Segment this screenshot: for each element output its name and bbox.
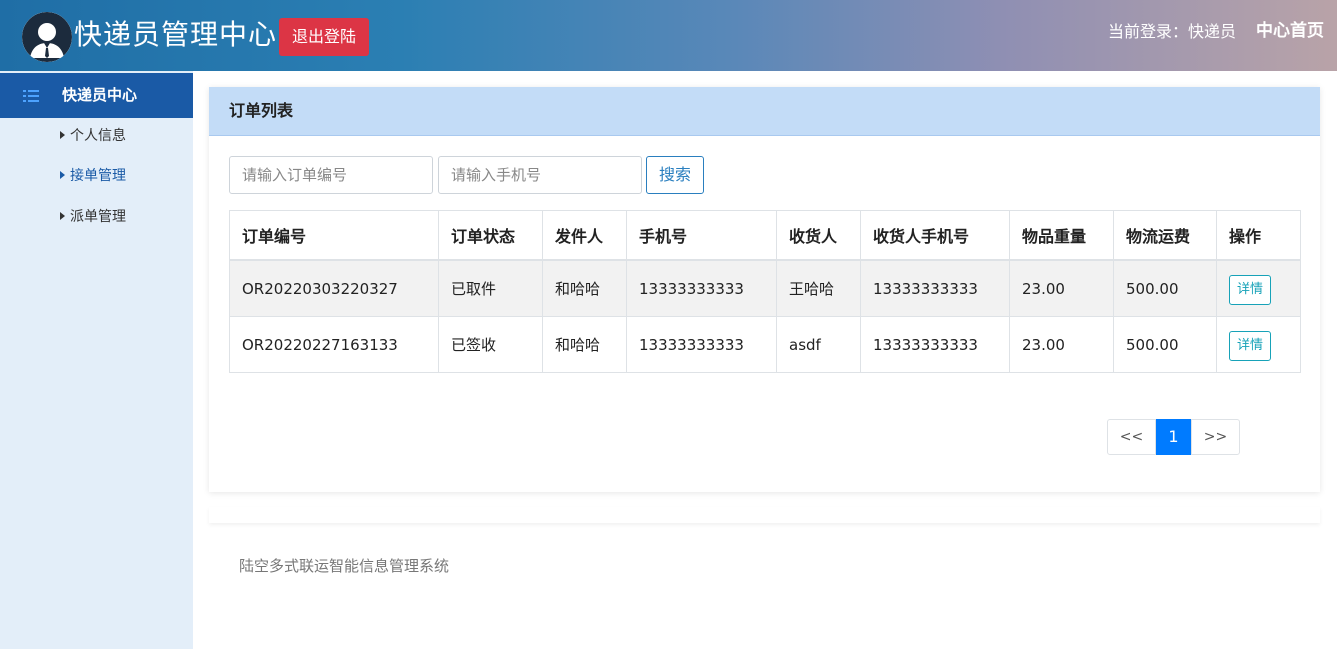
column-header: 收货人手机号 (860, 210, 1010, 261)
cell-phone: 13333333333 (626, 259, 777, 317)
cell-receiver-phone: 13333333333 (860, 316, 1010, 373)
cell-status: 已签收 (438, 316, 543, 373)
cell-phone: 13333333333 (626, 316, 777, 373)
orders-table: 订单编号 订单状态 发件人 手机号 收货人 收货人手机号 物品重量 物流运费 操… (229, 210, 1301, 373)
cell-fee: 500.00 (1113, 316, 1217, 373)
detail-button[interactable]: 详情 (1229, 331, 1272, 361)
sidebar-item-label: 派单管理 (70, 209, 126, 225)
order-number-search-input[interactable] (229, 156, 433, 194)
sidebar-item-order-accept[interactable]: 接单管理 (60, 166, 126, 186)
pagination: << 1 >> (1107, 419, 1240, 455)
column-header: 手机号 (626, 210, 777, 261)
column-header: 收货人 (776, 210, 861, 261)
sidebar-item-profile[interactable]: 个人信息 (60, 126, 126, 146)
secondary-card (209, 507, 1320, 523)
order-list-card: 订单列表 搜索 订单编号 订单状态 发件人 手机号 收货人 收货人手机号 物品重… (209, 87, 1320, 492)
cell-weight: 23.00 (1009, 259, 1114, 317)
column-header: 订单状态 (438, 210, 543, 261)
card-header: 订单列表 (209, 87, 1320, 136)
cell-receiver: 王哈哈 (776, 259, 861, 317)
current-login-info: 当前登录：快递员 (1108, 22, 1237, 41)
detail-button[interactable]: 详情 (1229, 275, 1272, 305)
cell-action: 详情 (1216, 316, 1301, 373)
column-header: 操作 (1216, 210, 1301, 261)
table-header-row: 订单编号 订单状态 发件人 手机号 收货人 收货人手机号 物品重量 物流运费 操… (229, 210, 1301, 261)
caret-right-icon (60, 212, 65, 220)
list-icon (23, 90, 39, 102)
prev-page-button[interactable]: << (1107, 419, 1156, 455)
sidebar-section-courier-center[interactable]: 快递员中心 (0, 73, 193, 118)
sidebar-item-label: 个人信息 (70, 128, 126, 144)
footer-system-name: 陆空多式联运智能信息管理系统 (239, 557, 450, 575)
table-row: OR20220227163133 已签收 和哈哈 13333333333 asd… (229, 316, 1301, 373)
cell-sender: 和哈哈 (542, 316, 627, 373)
column-header: 订单编号 (229, 210, 439, 261)
top-header: 快递员管理中心 退出登陆 当前登录：快递员 中心首页 (0, 0, 1337, 71)
cell-receiver-phone: 13333333333 (860, 259, 1010, 317)
column-header: 物流运费 (1113, 210, 1217, 261)
user-avatar-icon (22, 12, 72, 62)
cell-weight: 23.00 (1009, 316, 1114, 373)
caret-right-icon (60, 131, 65, 139)
cell-order-number: OR20220227163133 (229, 316, 439, 373)
table-row: OR20220303220327 已取件 和哈哈 13333333333 王哈哈… (229, 259, 1301, 317)
cell-fee: 500.00 (1113, 259, 1217, 317)
cell-sender: 和哈哈 (542, 259, 627, 317)
logout-button[interactable]: 退出登陆 (279, 18, 369, 56)
column-header: 物品重量 (1009, 210, 1114, 261)
home-link[interactable]: 中心首页 (1256, 19, 1324, 43)
next-page-button[interactable]: >> (1191, 419, 1240, 455)
caret-right-icon (60, 171, 65, 179)
phone-search-input[interactable] (438, 156, 642, 194)
cell-order-number: OR20220303220327 (229, 259, 439, 317)
card-title: 订单列表 (229, 101, 294, 120)
app-title: 快递员管理中心 (74, 18, 278, 51)
column-header: 发件人 (542, 210, 627, 261)
sidebar-item-label: 接单管理 (70, 168, 126, 184)
cell-action: 详情 (1216, 259, 1301, 317)
search-button[interactable]: 搜索 (646, 156, 704, 194)
sidebar: 快递员中心 个人信息 接单管理 派单管理 (0, 71, 193, 649)
cell-receiver: asdf (776, 316, 861, 373)
current-page-button[interactable]: 1 (1156, 419, 1191, 455)
cell-status: 已取件 (438, 259, 543, 317)
sidebar-section-label: 快递员中心 (62, 86, 138, 104)
sidebar-item-dispatch[interactable]: 派单管理 (60, 207, 126, 227)
